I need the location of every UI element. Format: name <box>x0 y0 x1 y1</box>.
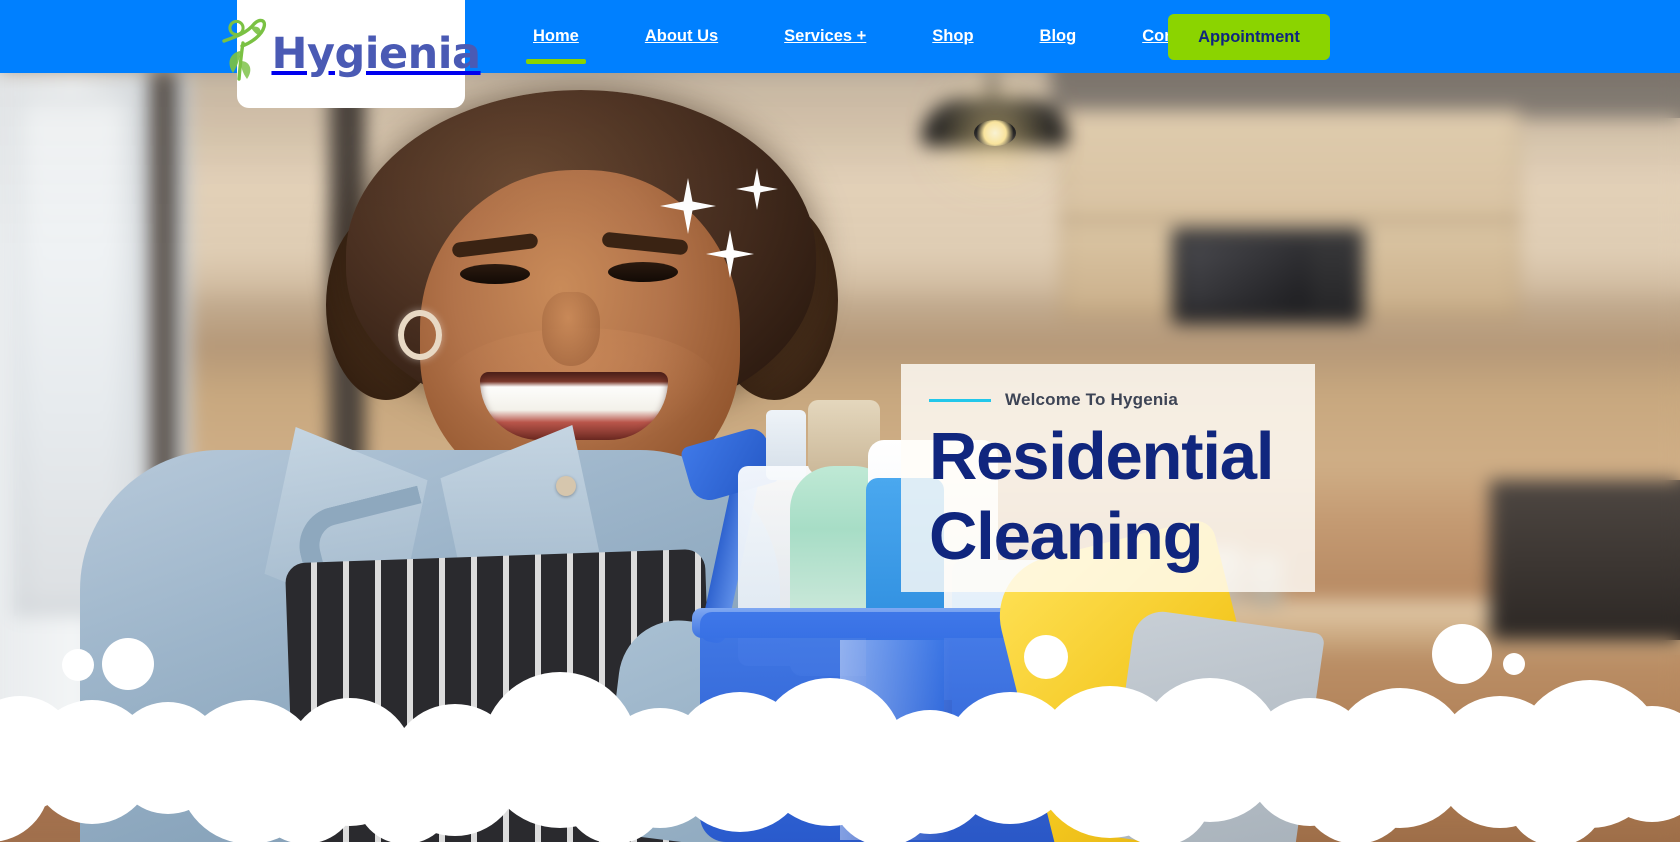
nav-item-services[interactable]: Services + <box>751 0 899 73</box>
logo-wordmark: Hygienia <box>271 28 481 79</box>
dash-icon <box>929 398 991 402</box>
main-navigation: HomeAbout UsServices +ShopBlogContact Us <box>500 0 1262 73</box>
nav-item-about-us[interactable]: About Us <box>612 0 751 73</box>
hero-text-panel: Welcome To Hygenia Residential Cleaning <box>901 364 1315 592</box>
hero-eyebrow: Welcome To Hygenia <box>929 390 1315 410</box>
hero-background-photo <box>0 0 1680 842</box>
appointment-button[interactable]: Appointment <box>1168 14 1330 60</box>
site-logo[interactable]: Hygienia <box>222 0 481 108</box>
hero-title-line-2: Cleaning <box>929 499 1204 575</box>
hero-title-line-1: Residential <box>929 419 1274 494</box>
hero-eyebrow-label: Welcome To Hygenia <box>1005 390 1179 409</box>
nav-item-blog[interactable]: Blog <box>1007 0 1110 73</box>
leaf-person-icon <box>221 17 269 91</box>
nav-item-home[interactable]: Home <box>500 0 612 73</box>
photo-vignette <box>0 0 1680 842</box>
nav-item-shop[interactable]: Shop <box>899 0 1006 73</box>
